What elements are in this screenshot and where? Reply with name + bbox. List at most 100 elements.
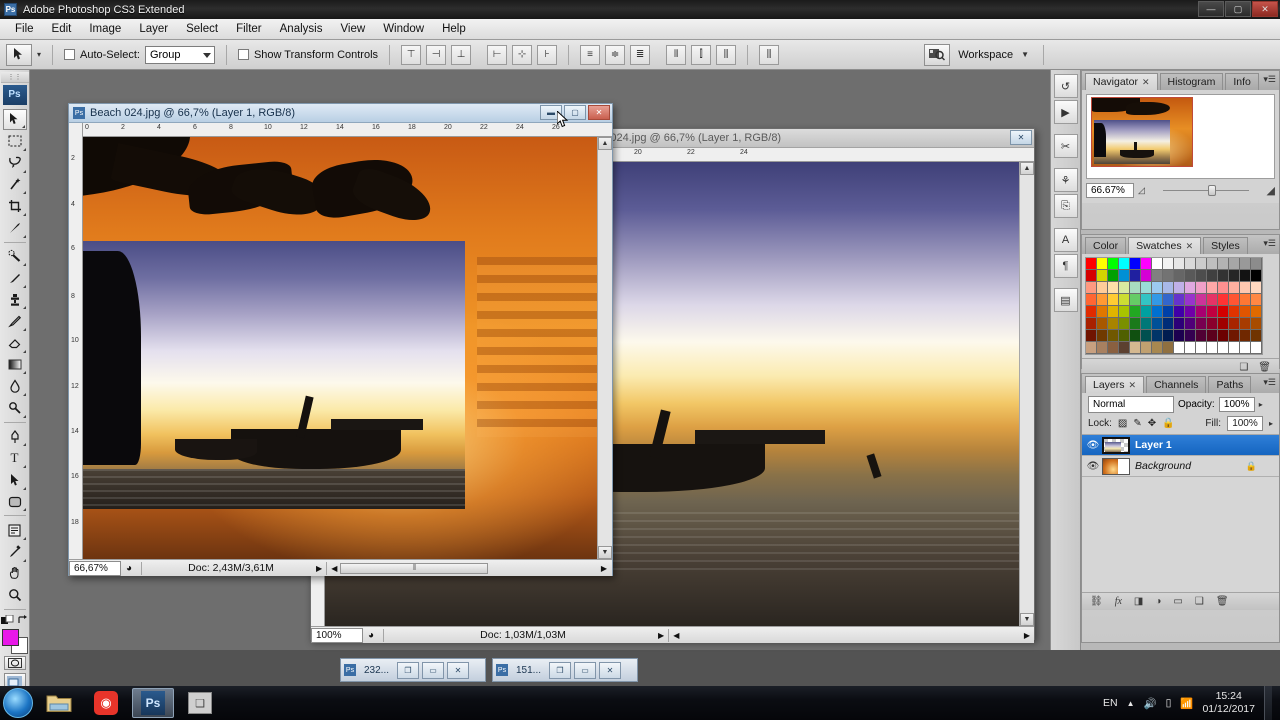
- swatch-7-3[interactable]: [1119, 342, 1130, 354]
- swatch-0-12[interactable]: [1218, 258, 1229, 270]
- swatch-4-8[interactable]: [1174, 306, 1185, 318]
- swatch-2-4[interactable]: [1130, 282, 1141, 294]
- opacity-field[interactable]: 100%: [1218, 397, 1255, 412]
- swatch-1-10[interactable]: [1196, 270, 1207, 282]
- swatch-3-1[interactable]: [1097, 294, 1108, 306]
- swatch-1-11[interactable]: [1207, 270, 1218, 282]
- layer-row-background[interactable]: 👁 Background 🔒: [1082, 456, 1279, 477]
- panel-menu-icon[interactable]: ▾☰: [1263, 238, 1276, 249]
- tool-hand[interactable]: [3, 563, 27, 585]
- layer-thumbnail[interactable]: [1102, 457, 1130, 475]
- tool-history-brush[interactable]: [3, 310, 27, 332]
- minimized-document-1[interactable]: Ps 232... ❐ ▭ ✕: [340, 658, 486, 682]
- swatch-4-5[interactable]: [1141, 306, 1152, 318]
- swatch-5-4[interactable]: [1130, 318, 1141, 330]
- swatch-1-6[interactable]: [1152, 270, 1163, 282]
- tab-navigator[interactable]: Navigator ✕: [1085, 73, 1158, 90]
- tool-notes[interactable]: [3, 519, 27, 541]
- swatch-7-9[interactable]: [1185, 342, 1196, 354]
- swatch-5-14[interactable]: [1240, 318, 1251, 330]
- scroll-right-button-front[interactable]: ▶: [601, 564, 607, 573]
- align-bottom-edges-icon[interactable]: ⊥: [451, 44, 472, 65]
- swatch-0-8[interactable]: [1174, 258, 1185, 270]
- align-left-edges-icon[interactable]: ⊢: [487, 44, 508, 65]
- swatch-4-6[interactable]: [1152, 306, 1163, 318]
- swatch-6-11[interactable]: [1207, 330, 1218, 342]
- show-hidden-icons[interactable]: ▲: [1127, 699, 1135, 708]
- swatch-4-3[interactable]: [1119, 306, 1130, 318]
- default-colors-icon[interactable]: [1, 614, 14, 626]
- swatch-0-0[interactable]: [1086, 258, 1097, 270]
- swatch-4-0[interactable]: [1086, 306, 1097, 318]
- swatch-6-8[interactable]: [1174, 330, 1185, 342]
- swatch-1-12[interactable]: [1218, 270, 1229, 282]
- tab-histogram[interactable]: Histogram: [1159, 73, 1224, 90]
- volume-icon[interactable]: 🔊: [1144, 697, 1157, 710]
- tool-dodge[interactable]: [3, 397, 27, 419]
- layer-visibility-icon[interactable]: 👁: [1084, 461, 1102, 472]
- auto-align-layers-icon[interactable]: ⫼: [759, 44, 780, 65]
- swatch-2-15[interactable]: [1251, 282, 1262, 294]
- distribute-bottom-edges-icon[interactable]: ≣: [630, 44, 651, 65]
- swatch-2-7[interactable]: [1163, 282, 1174, 294]
- panel-menu-icon[interactable]: ▾☰: [1263, 74, 1276, 85]
- scroll-right-button-back[interactable]: ▶: [1024, 631, 1030, 640]
- doc-info-icon-back[interactable]: ◕: [368, 630, 374, 641]
- swatch-7-0[interactable]: [1086, 342, 1097, 354]
- layer-comps-icon[interactable]: ▤: [1053, 288, 1078, 312]
- close-icon[interactable]: ✕: [1129, 380, 1137, 391]
- swatch-3-9[interactable]: [1185, 294, 1196, 306]
- status-menu-arrow-front[interactable]: ▶: [316, 564, 322, 573]
- actions-panel-icon[interactable]: ▶: [1053, 100, 1078, 124]
- tool-preset-arrow-icon[interactable]: ▾: [37, 50, 41, 59]
- lock-all-icon[interactable]: 🔒: [1162, 418, 1174, 429]
- swatch-6-1[interactable]: [1097, 330, 1108, 342]
- scrollbar-vertical-back[interactable]: ▲ ▼: [1019, 162, 1034, 626]
- swatch-7-15[interactable]: [1251, 342, 1262, 354]
- swatch-0-1[interactable]: [1097, 258, 1108, 270]
- panel-menu-icon[interactable]: ▾☰: [1263, 377, 1276, 388]
- swatch-4-10[interactable]: [1196, 306, 1207, 318]
- swatch-5-11[interactable]: [1207, 318, 1218, 330]
- auto-select-dropdown[interactable]: Group: [144, 45, 215, 64]
- tool-marquee[interactable]: [3, 130, 27, 152]
- swap-colors-icon[interactable]: [17, 614, 28, 626]
- close-icon[interactable]: ✕: [1142, 77, 1150, 88]
- distribute-right-edges-icon[interactable]: ⫼: [716, 44, 737, 65]
- tool-magic-wand[interactable]: [3, 174, 27, 196]
- swatch-0-10[interactable]: [1196, 258, 1207, 270]
- tool-lasso[interactable]: [3, 152, 27, 174]
- tab-styles[interactable]: Styles: [1203, 237, 1248, 254]
- align-top-edges-icon[interactable]: ⊤: [401, 44, 422, 65]
- swatch-0-13[interactable]: [1229, 258, 1240, 270]
- zoom-in-icon[interactable]: ◢: [1267, 184, 1275, 197]
- layer-mask-icon[interactable]: ◨: [1134, 596, 1143, 607]
- swatch-3-4[interactable]: [1130, 294, 1141, 306]
- swatch-6-0[interactable]: [1086, 330, 1097, 342]
- layer-style-icon[interactable]: fx: [1115, 596, 1122, 607]
- network-icon[interactable]: 📶: [1180, 697, 1193, 710]
- foreground-color-swatch[interactable]: [1, 628, 19, 646]
- document-close-button-front[interactable]: ✕: [588, 105, 610, 120]
- tool-crop[interactable]: [3, 195, 27, 217]
- menu-file[interactable]: File: [6, 21, 43, 37]
- tab-info[interactable]: Info: [1225, 73, 1259, 90]
- navigator-zoom-slider[interactable]: [1149, 184, 1263, 197]
- brushes-panel-icon[interactable]: ⚘: [1053, 168, 1078, 192]
- workspace-label[interactable]: Workspace: [958, 49, 1013, 61]
- restore-button[interactable]: ❐: [397, 661, 419, 679]
- fill-field[interactable]: 100%: [1226, 415, 1263, 431]
- swatch-1-13[interactable]: [1229, 270, 1240, 282]
- paragraph-panel-icon[interactable]: ¶: [1053, 254, 1078, 278]
- swatch-6-6[interactable]: [1152, 330, 1163, 342]
- swatch-2-11[interactable]: [1207, 282, 1218, 294]
- tool-gradient[interactable]: [3, 354, 27, 376]
- menu-window[interactable]: Window: [374, 21, 433, 37]
- swatch-0-9[interactable]: [1185, 258, 1196, 270]
- swatch-1-5[interactable]: [1141, 270, 1152, 282]
- swatch-1-3[interactable]: [1119, 270, 1130, 282]
- go-to-bridge-icon[interactable]: [924, 43, 951, 66]
- swatch-4-2[interactable]: [1108, 306, 1119, 318]
- tool-move[interactable]: [2, 108, 27, 131]
- swatch-3-6[interactable]: [1152, 294, 1163, 306]
